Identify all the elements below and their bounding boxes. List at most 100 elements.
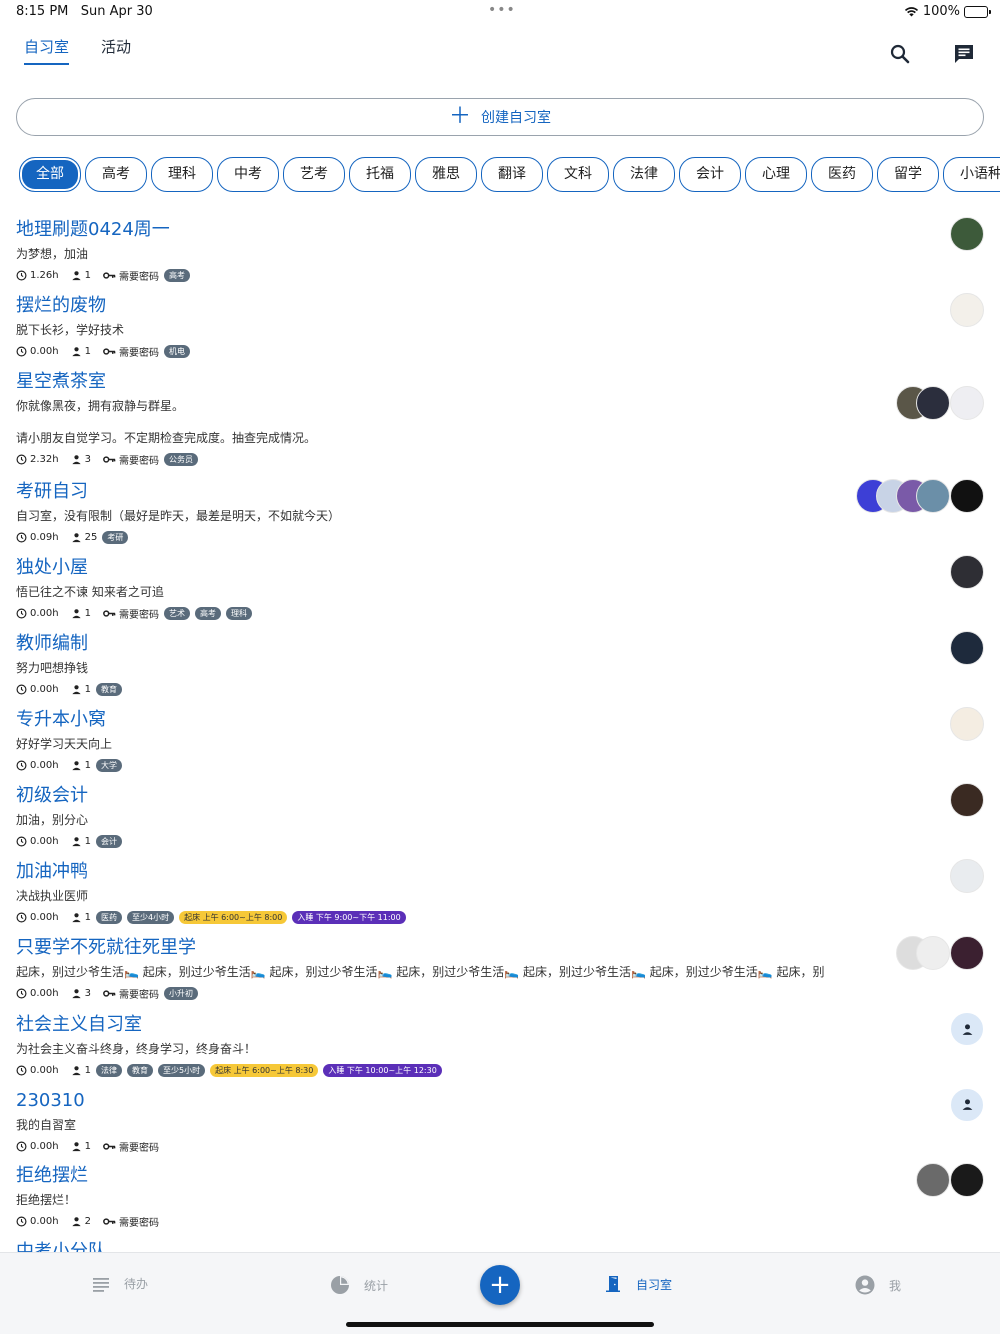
avatar xyxy=(950,555,984,589)
avatar xyxy=(950,783,984,817)
person-icon xyxy=(71,1065,81,1075)
room-tag: 入睡 下午 10:00~上午 12:30 xyxy=(323,1063,442,1077)
category-chip[interactable]: 托福 xyxy=(349,157,411,192)
room-list-item[interactable]: 拒绝摆烂 拒绝摆烂！ 0.00h 2 需要密码 xyxy=(0,1163,1000,1239)
key-icon xyxy=(103,271,116,279)
room-name: 教师编制 xyxy=(16,633,88,654)
member-avatars xyxy=(950,293,984,327)
tab-study-room[interactable]: 自习室 xyxy=(24,36,70,65)
room-tag: 机电 xyxy=(163,344,190,358)
room-tag: 起床 上午 6:00~上午 8:00 xyxy=(179,910,288,924)
add-button[interactable]: + xyxy=(480,1265,520,1305)
person-icon xyxy=(71,684,81,694)
room-description: 加油，别分心 xyxy=(16,813,89,827)
person-icon xyxy=(71,454,81,464)
search-icon[interactable] xyxy=(888,42,912,66)
member-avatars xyxy=(950,707,984,741)
nav-todo[interactable]: 待办 xyxy=(92,1275,148,1292)
room-meta: 0.00h 2 需要密码 xyxy=(16,1213,984,1229)
room-list-item[interactable]: 独处小屋 悟已往之不谏 知来者之可追 0.00h 1 需要密码 艺术 高考 理科 xyxy=(0,555,1000,631)
room-tag: 至少4小时 xyxy=(126,910,175,924)
room-description: 我的自習室 xyxy=(16,1118,77,1132)
room-members: 1 xyxy=(84,911,91,923)
nav-stats-label: 统计 xyxy=(364,1278,389,1293)
category-chip[interactable]: 中考 xyxy=(217,157,279,192)
home-indicator[interactable] xyxy=(346,1322,654,1327)
room-list-item[interactable]: 加油冲鸭 决战执业医师 0.00h 1 医药 至少4小时 起床 上午 6:00~上午 8:0… xyxy=(0,859,1000,935)
category-chip[interactable]: 文科 xyxy=(547,157,609,192)
room-list-item[interactable]: 中考小分队 xyxy=(0,1239,1000,1252)
room-list-item[interactable]: 考研自习 自习室，没有限制（最好是昨天，最差是明天，不如就今天） 0.09h 25 考研 xyxy=(0,479,1000,555)
clock-icon xyxy=(16,912,27,922)
avatar xyxy=(950,631,984,665)
room-list-item[interactable]: 摆烂的废物 脱下长衫，学好技术 0.00h 1 需要密码 机电 xyxy=(0,293,1000,369)
category-chips: 全部 高考 理科 中考 艺考 托福 雅思 翻译 文科 法律 会计 心理 医药 留学 小语种 xyxy=(19,157,1000,193)
room-list-item[interactable]: 地理刷题0424周一 为梦想，加油 1.26h 1 需要密码 高考 xyxy=(0,217,1000,293)
room-list-item[interactable]: 初级会计 加油，别分心 0.00h 1 会计 xyxy=(0,783,1000,859)
category-chip[interactable]: 艺考 xyxy=(283,157,345,192)
category-chip[interactable]: 会计 xyxy=(679,157,741,192)
category-chip[interactable]: 高考 xyxy=(85,157,147,192)
category-chip[interactable]: 雅思 xyxy=(415,157,477,192)
room-name: 星空煮茶室 xyxy=(16,371,106,392)
key-icon xyxy=(103,989,116,997)
room-hours: 0.09h xyxy=(30,531,59,543)
room-meta: 0.00h 1 医药 至少4小时 起床 上午 6:00~上午 8:00 入睡 下午 9:0… xyxy=(16,909,984,925)
room-meta: 0.00h 1 大学 xyxy=(16,757,984,773)
password-required-label: 需要密码 xyxy=(118,609,159,621)
category-chip[interactable]: 留学 xyxy=(877,157,939,192)
room-tag: 理科 xyxy=(225,606,252,620)
room-meta: 2.32h 3 需要密码 公务员 xyxy=(16,451,984,467)
tab-activities[interactable]: 活动 xyxy=(101,36,131,65)
category-chip[interactable]: 翻译 xyxy=(481,157,543,192)
room-members: 1 xyxy=(84,607,91,619)
clock-icon xyxy=(16,1065,27,1075)
room-tag: 大学 xyxy=(95,758,122,772)
key-icon xyxy=(103,455,116,463)
member-avatars xyxy=(950,859,984,893)
room-description: 起床，别过少爷生活🛌 起床，别过少爷生活🛌 起床，别过少爷生活🛌 起床，别过少爷… xyxy=(16,965,825,979)
key-icon xyxy=(103,347,116,355)
category-chip[interactable]: 全部 xyxy=(19,157,81,192)
room-name: 独处小屋 xyxy=(16,557,88,578)
create-button-label: 创建自习室 xyxy=(481,110,551,126)
nav-stats[interactable]: 统计 xyxy=(330,1275,388,1295)
room-list-item[interactable]: 230310 我的自習室 0.00h 1 需要密码 xyxy=(0,1087,1000,1163)
avatar xyxy=(916,479,950,513)
status-indicators: 100% xyxy=(904,4,991,19)
status-bar: 8:15 PM Sun Apr 30 ••• 100% xyxy=(0,0,1000,24)
room-name: 社会主义自习室 xyxy=(16,1014,142,1035)
room-list-item[interactable]: 专升本小窝 好好学习天天向上 0.00h 1 大学 xyxy=(0,707,1000,783)
account-icon xyxy=(855,1275,875,1295)
battery-percent: 100% xyxy=(922,4,960,19)
create-study-room-button[interactable]: ＋ 创建自习室 xyxy=(16,98,984,136)
multitasking-dots-icon[interactable]: ••• xyxy=(488,2,516,18)
nav-me[interactable]: 我 xyxy=(855,1275,901,1295)
room-list-item[interactable]: 教师编制 努力吧想挣钱 0.00h 1 教育 xyxy=(0,631,1000,707)
room-tag: 公务员 xyxy=(163,452,198,466)
password-required-label: 需要密码 xyxy=(118,271,159,283)
room-list-item[interactable]: 社会主义自习室 为社会主义奋斗终身，终身学习，终身奋斗！ 0.00h 1 法律 教育 至少5… xyxy=(0,1012,1000,1088)
room-members: 1 xyxy=(84,1064,91,1076)
status-time: 8:15 PM Sun Apr 30 xyxy=(16,4,153,19)
category-chip[interactable]: 小语种 xyxy=(943,157,1000,192)
room-meta: 0.00h 1 教育 xyxy=(16,681,984,697)
room-list-item[interactable]: 只要学不死就往死里学 起床，别过少爷生活🛌 起床，别过少爷生活🛌 起床，别过少爷生… xyxy=(0,935,1000,1012)
key-icon xyxy=(103,1217,116,1225)
category-chip[interactable]: 理科 xyxy=(151,157,213,192)
avatar xyxy=(950,217,984,251)
category-chip[interactable]: 心理 xyxy=(745,157,807,192)
default-avatar-icon xyxy=(962,1099,972,1110)
category-chip[interactable]: 医药 xyxy=(811,157,873,192)
category-chip[interactable]: 法律 xyxy=(613,157,675,192)
person-icon xyxy=(71,760,81,770)
message-icon[interactable] xyxy=(952,42,976,66)
room-list-item[interactable]: 星空煮茶室 你就像黑夜，拥有寂静与群星。 请小朋友自觉学习。不定期检查完成度。抽查完… xyxy=(0,369,1000,479)
nav-study-room[interactable]: 自习室 xyxy=(604,1275,672,1293)
avatar xyxy=(916,935,950,970)
room-members: 1 xyxy=(84,835,91,847)
battery-icon xyxy=(964,5,991,18)
clock-icon xyxy=(16,988,27,998)
date-text: Sun Apr 30 xyxy=(80,4,153,19)
room-description: 你就像黑夜，拥有寂静与群星。 xyxy=(16,399,185,413)
